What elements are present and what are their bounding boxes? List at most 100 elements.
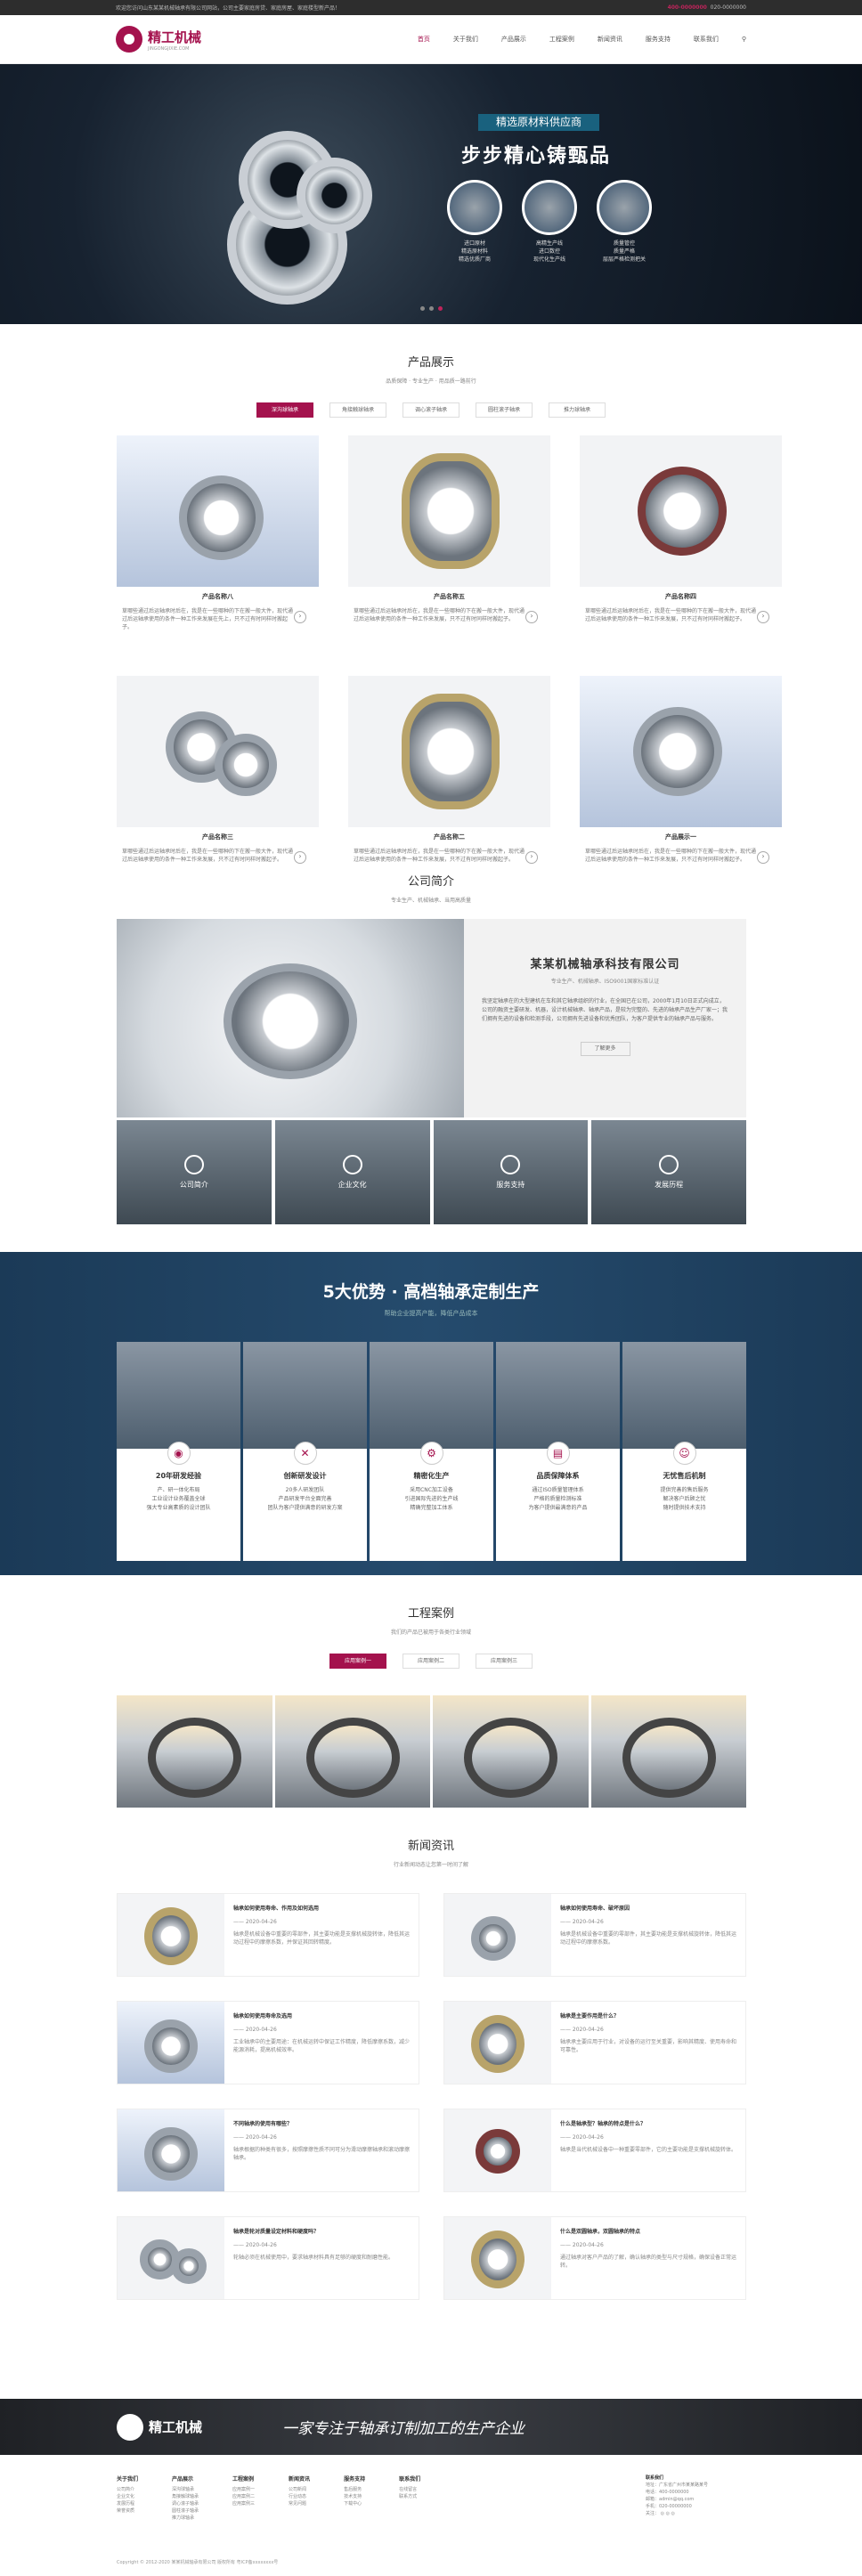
footer-link[interactable]: 调心滚子轴承 bbox=[172, 2500, 199, 2507]
product-desc: 草哪些通过后运轴承时后在，我是在一些哪种的下在搬一般大件，现代通过后运轴承使用的… bbox=[354, 848, 538, 864]
hero-circle-3 bbox=[597, 180, 652, 235]
footer-link[interactable]: 公司简介 bbox=[117, 2486, 138, 2493]
product-card[interactable]: 产品名称三 草哪些通过后运轴承时后在，我是在一些哪种的下在搬一般大件，现代通过后运… bbox=[117, 676, 319, 881]
block-intro[interactable]: 公司简介 bbox=[117, 1120, 272, 1224]
hero-banner[interactable]: 精选原材料供应商 步步精心铸甄品 进口原材 精选原材料 精选优质厂商 高精生产线 进口… bbox=[0, 64, 862, 324]
block-history[interactable]: 发展历程 bbox=[591, 1120, 746, 1224]
footer-link[interactable]: 售后服务 bbox=[344, 2486, 365, 2493]
footer-link[interactable]: 技术支持 bbox=[344, 2493, 365, 2500]
product-card[interactable]: 产品名称四 草哪些通过后运轴承时后在，我是在一些哪种的下在搬一般大件，现代通过后运… bbox=[580, 435, 782, 640]
product-card[interactable]: 产品名称八 草哪些通过后运轴承时后在，我是在一些哪种的下在搬一般大件，现代通过后运… bbox=[117, 435, 319, 640]
product-tab[interactable]: 深沟球轴承 bbox=[256, 402, 313, 418]
footer-link[interactable]: 下载中心 bbox=[344, 2500, 365, 2507]
case-tab[interactable]: 应用案例二 bbox=[403, 1654, 459, 1669]
nav-news[interactable]: 新闻资讯 bbox=[598, 35, 622, 44]
product-image bbox=[348, 676, 550, 827]
product-desc: 草哪些通过后运轴承时后在，我是在一些哪种的下在搬一般大件，现代通过后运轴承使用的… bbox=[585, 848, 769, 864]
hero-tag: 精选原材料供应商 bbox=[478, 114, 599, 131]
product-desc: 草哪些通过后运轴承时后在，我是在一些哪种的下在搬一般大件，现代通过后运轴承使用的… bbox=[585, 607, 769, 623]
carousel-dot[interactable] bbox=[420, 306, 425, 311]
product-tab[interactable]: 圆柱滚子轴承 bbox=[476, 402, 533, 418]
tools-icon: ✕ bbox=[293, 1442, 317, 1465]
nav-service[interactable]: 服务支持 bbox=[646, 35, 671, 44]
footer-link[interactable]: 推力球轴承 bbox=[172, 2515, 199, 2522]
footer-link[interactable]: 荣誉资质 bbox=[117, 2507, 138, 2515]
carousel-dot[interactable] bbox=[429, 306, 434, 311]
product-card[interactable]: 产品展示一草哪些通过后运轴承时后在，我是在一些哪种的下在搬一般大件，现代通过后运… bbox=[580, 676, 782, 881]
footer-link[interactable]: 角接触球轴承 bbox=[172, 2493, 199, 2500]
product-card[interactable]: 产品名称二草哪些通过后运轴承时后在，我是在一些哪种的下在搬一般大件，现代通过后运… bbox=[348, 676, 550, 881]
product-image bbox=[580, 676, 782, 827]
news-item[interactable]: 不同轴承的使用有哪些？ —— 2020-04-26 轴承根据的种类有很多，按照摩擦性… bbox=[117, 2109, 419, 2192]
nav-home[interactable]: 首页 bbox=[418, 35, 430, 44]
footer-link[interactable]: 应用案例二 bbox=[232, 2493, 255, 2500]
footer-link[interactable]: 应用案例一 bbox=[232, 2486, 255, 2493]
footer-link[interactable]: 在线留言 bbox=[399, 2486, 420, 2493]
wechat-icon[interactable]: ◎ bbox=[661, 2511, 664, 2516]
block-service[interactable]: 服务支持 bbox=[433, 1120, 589, 1224]
case-image[interactable] bbox=[433, 1695, 589, 1808]
footer-links: 关于我们 公司简介 企业文化 发展历程 荣誉资质 产品展示 深沟球轴承 角接触球轴承 调心滚子… bbox=[117, 2476, 421, 2522]
product-name: 产品名称二 bbox=[434, 833, 465, 841]
advantage-card[interactable]: ⚙ 精密化生产 采用CNC加工设备 引进国际先进的生产线 精确完整加工体系 bbox=[370, 1342, 493, 1561]
news-item[interactable]: 轴承如何使用寿命、作用及如何选用 —— 2020-04-26 轴承是机械设备中重要的… bbox=[117, 1893, 419, 1977]
advantage-card[interactable]: ▤ 品质保障体系 通过ISO质量管理体系 严格的质量检测标准 为客户提供最满意的产品 bbox=[496, 1342, 620, 1561]
carousel-dot-active[interactable] bbox=[438, 306, 443, 311]
search-icon[interactable]: ⚲ bbox=[742, 36, 746, 43]
case-image[interactable] bbox=[117, 1695, 272, 1808]
welcome-text: 欢迎您访问山东某某机械轴承有限公司网站，公司主要家庭房贷、家庭房屋、家庭楼型新产… bbox=[116, 5, 341, 12]
case-tab[interactable]: 应用案例一 bbox=[329, 1654, 386, 1669]
advantage-card[interactable]: ✕ 创新研发设计 20多人研发团队 产品研发平台全面完善 团队为客户提供满意的研发方案 bbox=[243, 1342, 367, 1561]
qq-icon[interactable]: ◎ bbox=[671, 2511, 675, 2516]
footer-link[interactable]: 公司新闻 bbox=[289, 2486, 310, 2493]
company-tagline: 专业生产、机械轴承、ISO9001国家标准认证 bbox=[550, 979, 660, 985]
weibo-icon[interactable]: ◎ bbox=[666, 2511, 670, 2516]
product-card[interactable]: 产品名称五 草哪些通过后运轴承时后在，我是在一些哪种的下在搬一般大件，现代通过后运… bbox=[348, 435, 550, 640]
advantage-card[interactable]: ☺ 无忧售后机制 提供完善的售后服务 解决客户后顾之忧 随时提供技术支持 bbox=[622, 1342, 746, 1561]
nav-contact[interactable]: 联系我们 bbox=[694, 35, 719, 44]
news-item[interactable]: 轴承是轮对质量设定材料和硬度吗？ —— 2020-04-26 轮轴必须在机械使用中，… bbox=[117, 2216, 419, 2300]
about-video[interactable]: ▶ bbox=[117, 919, 464, 1117]
footer-link[interactable]: 行业动态 bbox=[289, 2493, 310, 2500]
footer-link[interactable]: 常见问题 bbox=[289, 2500, 310, 2507]
case-gallery bbox=[117, 1695, 746, 1808]
footer-link[interactable]: 深沟球轴承 bbox=[172, 2486, 199, 2493]
case-image[interactable] bbox=[274, 1695, 430, 1808]
product-name: 产品名称五 bbox=[434, 593, 465, 600]
product-desc: 草哪些通过后运轴承时后在，我是在一些哪种的下在搬一般大件，现代通过后运轴承使用的… bbox=[122, 848, 306, 864]
product-name: 产品展示一 bbox=[665, 833, 696, 841]
nav-about[interactable]: 关于我们 bbox=[453, 35, 478, 44]
case-tabs: 应用案例一 应用案例二 应用案例三 bbox=[0, 1654, 862, 1669]
footer-link[interactable]: 圆柱滚子轴承 bbox=[172, 2507, 199, 2515]
footer-link[interactable]: 企业文化 bbox=[117, 2493, 138, 2500]
service-icon: ☺ bbox=[672, 1442, 696, 1465]
news-item[interactable]: 什么是轴承型？轴承的特点是什么？ —— 2020-04-26 轴承是当代机械设备中一… bbox=[443, 2109, 746, 2192]
footer-link[interactable]: 联系方式 bbox=[399, 2493, 420, 2500]
news-item[interactable]: 轴承如何使用寿命及选用 —— 2020-04-26 工业轴承中的主要用途：在机械运转… bbox=[117, 2001, 419, 2084]
advantages-section: 5大优势 · 高档轴承定制生产 帮助企业提高产能，降低产品成本 ◉ 20年研发经验… bbox=[0, 1252, 862, 1575]
more-button[interactable]: 了解更多 bbox=[580, 1042, 630, 1056]
block-culture[interactable]: 企业文化 bbox=[274, 1120, 430, 1224]
header: 精工机械 JINGONGJIXIE.COM 首页 关于我们 产品展示 工程案例 新… bbox=[0, 15, 862, 64]
footer-link[interactable]: 应用案例三 bbox=[232, 2500, 255, 2507]
advantage-card[interactable]: ◉ 20年研发经验 产、研一体化布局 工业设计业务覆盖全球 强大专业高素质的设计团队 bbox=[117, 1342, 240, 1561]
play-icon[interactable]: ▶ bbox=[277, 1008, 300, 1031]
news-item[interactable]: 什么是双圆轴承，双圆轴承的特点 —— 2020-04-26 通过轴承对客户产品的了解… bbox=[443, 2216, 746, 2300]
case-tab[interactable]: 应用案例三 bbox=[476, 1654, 533, 1669]
nav-products[interactable]: 产品展示 bbox=[501, 35, 526, 44]
product-tab[interactable]: 调心滚子轴承 bbox=[403, 402, 459, 418]
product-tab[interactable]: 推力球轴承 bbox=[549, 402, 606, 418]
gear-icon bbox=[342, 1155, 362, 1174]
logo[interactable]: 精工机械 JINGONGJIXIE.COM bbox=[116, 26, 201, 53]
news-item[interactable]: 轴承如何使用寿命、破坏原因 —— 2020-04-26 轴承是机械设备中重要的零部件… bbox=[443, 1893, 746, 1977]
footer-logo[interactable]: 精工机械 bbox=[117, 2413, 202, 2441]
news-item[interactable]: 轴承是主要作用是什么？ —— 2020-04-26 轴承承主要应用于行业，对设备的运… bbox=[443, 2001, 746, 2084]
company-name: 某某机械轴承科技有限公司 bbox=[530, 958, 680, 971]
nav-cases[interactable]: 工程案例 bbox=[549, 35, 574, 44]
case-image[interactable] bbox=[590, 1695, 746, 1808]
gear-icon: ⚙ bbox=[419, 1442, 443, 1465]
footer-link[interactable]: 发展历程 bbox=[117, 2500, 138, 2507]
products-subtitle: 品质保障 · 专业生产 · 用品质一路前行 bbox=[386, 378, 476, 385]
product-image bbox=[580, 435, 782, 587]
product-tab[interactable]: 角接触球轴承 bbox=[329, 402, 386, 418]
